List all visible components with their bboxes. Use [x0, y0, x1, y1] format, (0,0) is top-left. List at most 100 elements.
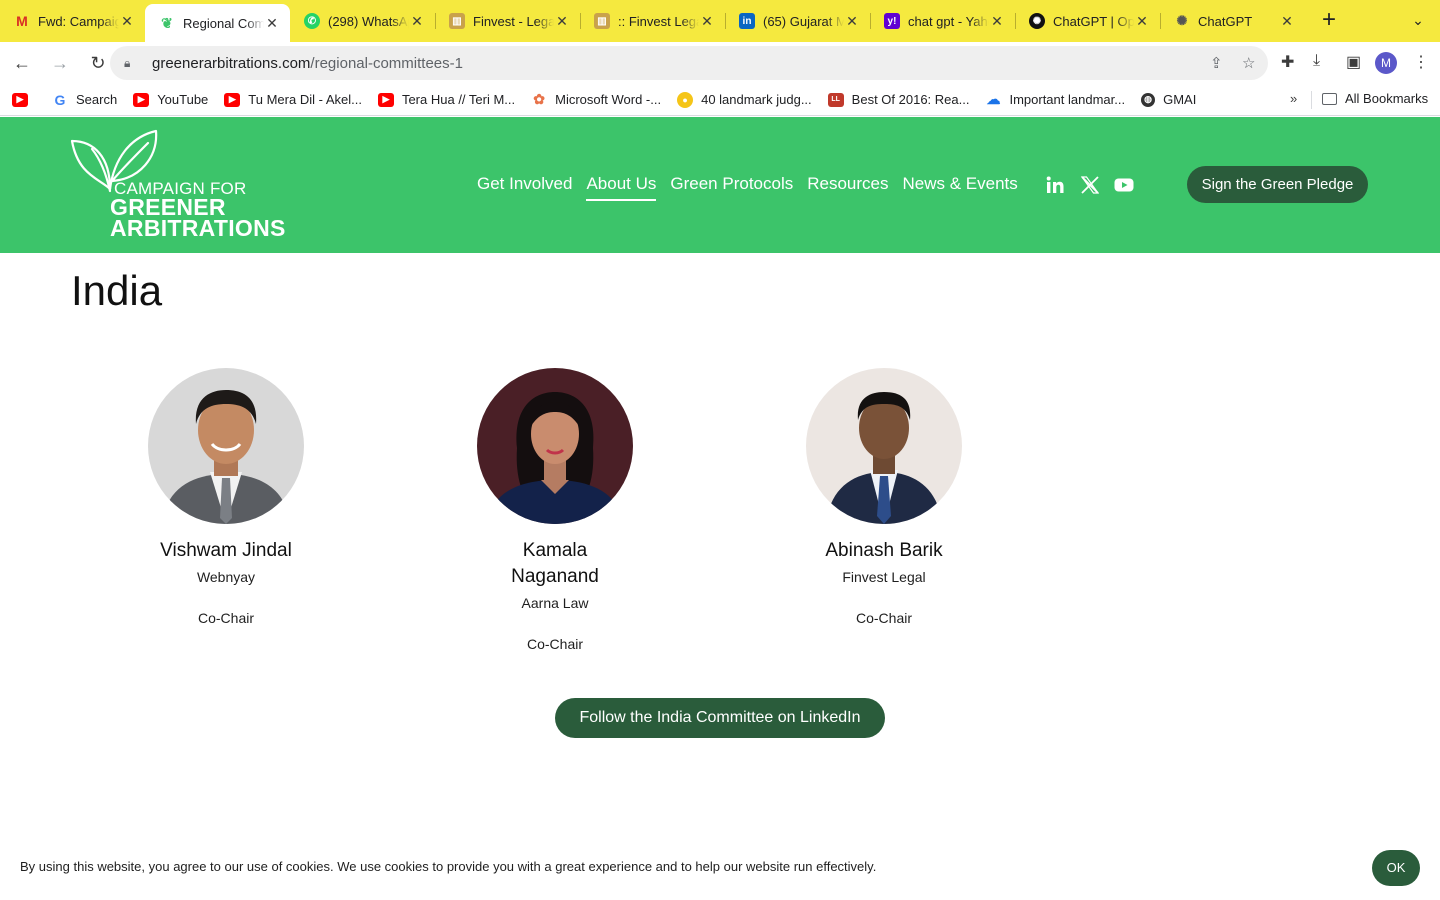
- browser-tab-strip: M Fwd: Campaign ✕ ❦ Regional Committees …: [0, 0, 1440, 42]
- close-icon[interactable]: ✕: [844, 13, 860, 29]
- url-text[interactable]: greenerarbitrations.com/regional-committ…: [152, 55, 463, 72]
- folder-icon: [1322, 92, 1337, 105]
- close-icon[interactable]: ✕: [1279, 13, 1295, 29]
- divider: [1311, 91, 1312, 109]
- nav-resources[interactable]: Resources: [807, 174, 888, 201]
- browser-tab[interactable]: ✺ ChatGPT ✕: [1160, 4, 1305, 38]
- lock-icon[interactable]: 🔒︎: [124, 56, 138, 71]
- member-photo: [806, 368, 962, 524]
- linkedin-icon: in: [739, 13, 755, 29]
- gmail-icon: M: [16, 13, 28, 29]
- bookmark-item[interactable]: ▶: [12, 92, 36, 107]
- nav-news-events[interactable]: News & Events: [903, 174, 1018, 201]
- browser-tab[interactable]: in (65) Gujarat M ✕: [725, 4, 870, 38]
- address-bar[interactable]: 🔒︎ greenerarbitrations.com/regional-comm…: [110, 46, 1268, 80]
- bookmark-item[interactable]: ● 40 landmark judg...: [677, 91, 812, 108]
- kebab-menu-icon[interactable]: ⋮: [1413, 52, 1429, 72]
- nav-about-us[interactable]: About Us: [586, 174, 657, 201]
- share-icon[interactable]: ⇪: [1210, 54, 1223, 72]
- sign-green-pledge-button[interactable]: Sign the Green Pledge: [1187, 166, 1368, 203]
- url-path: /regional-committees-1: [310, 54, 463, 72]
- finvest-icon: ▥: [449, 13, 465, 29]
- bookmark-label: YouTube: [157, 92, 209, 107]
- star-icon[interactable]: ☆: [1242, 54, 1255, 72]
- youtube-icon: ▶: [133, 92, 150, 107]
- browser-tab[interactable]: ▥ Finvest - Legal ✕: [435, 4, 580, 38]
- browser-tab[interactable]: ✺ ChatGPT | OpenAI ✕: [1015, 4, 1160, 38]
- bookmark-item[interactable]: ▶ YouTube: [133, 92, 208, 107]
- browser-tab[interactable]: ✆ (298) WhatsApp ✕: [290, 4, 435, 38]
- bookmark-item[interactable]: LL Best Of 2016: Rea...: [827, 92, 970, 107]
- site-header: CAMPAIGN FOR GREENER ARBITRATIONS Get In…: [0, 117, 1440, 253]
- member-name: Kamala Naganand: [511, 540, 599, 587]
- youtube-icon[interactable]: [1114, 175, 1134, 195]
- avatar[interactable]: M: [1375, 52, 1397, 74]
- bookmark-item[interactable]: ◍ GMAI: [1141, 92, 1196, 107]
- extensions-icon[interactable]: ✚: [1281, 52, 1294, 72]
- member-organization: Finvest Legal: [842, 569, 926, 585]
- bookmarks-bar: ▶ G Search ▶ YouTube ▶ Tu Mera Dil - Akel..…: [0, 84, 1440, 116]
- member-role: Co-Chair: [197, 610, 254, 626]
- tab-title: Fwd: Campaign: [38, 13, 119, 29]
- url-host: greenerarbitrations.com: [152, 54, 311, 72]
- browser-toolbar: ← → ↻ 🔒︎ greenerarbitrations.com/regiona…: [0, 42, 1440, 84]
- livelaw-icon: LL: [827, 92, 844, 107]
- tab-title: ChatGPT: [1198, 13, 1253, 29]
- page-title: India: [71, 267, 163, 314]
- bookmark-label: Microsoft Word -...: [555, 92, 662, 107]
- member-organization: Webnyay: [196, 569, 256, 585]
- chevron-down-icon[interactable]: ⌄: [1408, 12, 1428, 32]
- member-role: Co-Chair: [855, 610, 912, 626]
- logo-text-main[interactable]: GREENER ARBITRATIONS: [110, 196, 286, 241]
- whatsapp-icon: ✆: [304, 13, 320, 29]
- cookie-notice-text: By using this website, you agree to our …: [20, 859, 877, 874]
- new-tab-button[interactable]: +: [1313, 5, 1345, 37]
- member-name: Vishwam Jindal: [160, 540, 292, 561]
- youtube-icon: ▶: [12, 92, 28, 107]
- all-bookmarks-button[interactable]: All Bookmarks: [1322, 91, 1428, 106]
- linkedin-icon[interactable]: [1045, 175, 1065, 195]
- main-nav: Get Involved About Us Green Protocols Re…: [477, 174, 1032, 201]
- globe-icon: ◍: [1141, 92, 1156, 107]
- cookie-ok-button[interactable]: OK: [1372, 850, 1420, 886]
- chevron-right-double-icon[interactable]: »: [1290, 91, 1297, 106]
- bookmark-label: 40 landmark judg...: [701, 92, 812, 107]
- bookmark-item[interactable]: ☁ Important landmar...: [985, 91, 1126, 107]
- back-arrow-icon[interactable]: ←: [6, 47, 38, 79]
- committee-member-card: Vishwam Jindal Webnyay Co-Chair: [121, 368, 331, 627]
- bookmark-item[interactable]: G Search: [52, 91, 118, 108]
- follow-linkedin-button[interactable]: Follow the India Committee on LinkedIn: [555, 698, 885, 738]
- chatgpt-icon: ✺: [1176, 13, 1188, 28]
- bookmark-item[interactable]: ▶ Tu Mera Dil - Akel...: [224, 92, 362, 107]
- bookmark-label: Best Of 2016: Rea...: [851, 92, 970, 107]
- browser-tab-active[interactable]: ❦ Regional Committees ✕: [145, 4, 290, 42]
- close-icon[interactable]: ✕: [1134, 13, 1150, 29]
- yahoo-icon: y!: [884, 13, 900, 29]
- tab-title: ChatGPT | OpenAI: [1053, 13, 1134, 29]
- browser-tab[interactable]: M Fwd: Campaign ✕: [0, 4, 145, 38]
- close-icon[interactable]: ✕: [119, 13, 135, 29]
- leaf-icon: ❦: [161, 14, 173, 31]
- side-panel-icon[interactable]: ▣: [1346, 52, 1361, 72]
- browser-tab[interactable]: y! chat gpt - Yahoo ✕: [870, 4, 1015, 38]
- close-icon[interactable]: ✕: [699, 13, 715, 29]
- forward-arrow-icon[interactable]: →: [44, 47, 76, 79]
- youtube-icon: ▶: [377, 92, 394, 107]
- close-icon[interactable]: ✕: [264, 15, 280, 31]
- nav-get-involved[interactable]: Get Involved: [477, 174, 572, 201]
- committee-member-card: Abinash Barik Finvest Legal Co-Chair: [779, 368, 989, 627]
- close-icon[interactable]: ✕: [409, 13, 425, 29]
- logo-text-line3: ARBITRATIONS: [110, 215, 286, 241]
- bookmark-item[interactable]: ▶ Tera Hua // Teri M...: [377, 92, 515, 107]
- download-icon[interactable]: ⤓: [1313, 52, 1320, 70]
- bookmark-item[interactable]: ✿ Microsoft Word -...: [531, 91, 662, 107]
- x-twitter-icon[interactable]: [1080, 175, 1100, 195]
- bookmark-label: Important landmar...: [1009, 92, 1126, 107]
- tab-title: Regional Committees: [183, 15, 264, 31]
- close-icon[interactable]: ✕: [554, 13, 570, 29]
- nav-green-protocols[interactable]: Green Protocols: [670, 174, 793, 201]
- browser-tab[interactable]: ▥ :: Finvest Legal ✕: [580, 4, 725, 38]
- google-icon: G: [54, 91, 66, 108]
- close-icon[interactable]: ✕: [989, 13, 1005, 29]
- tab-title: chat gpt - Yahoo: [908, 13, 989, 29]
